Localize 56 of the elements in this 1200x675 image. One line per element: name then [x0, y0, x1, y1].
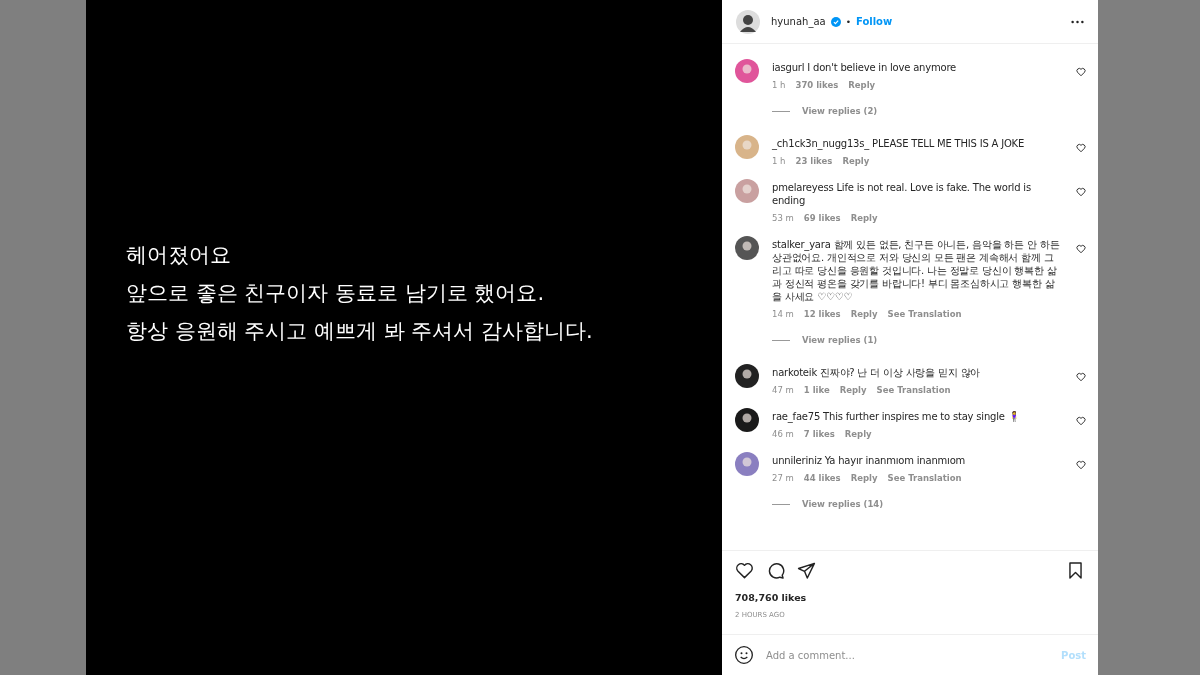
heart-icon[interactable] — [1076, 67, 1086, 77]
separator-dot: • — [845, 16, 851, 27]
see-translation-link[interactable]: See Translation — [887, 473, 962, 483]
like-count[interactable]: 7 likes — [803, 429, 835, 439]
reply-link[interactable]: Reply — [850, 473, 878, 483]
username[interactable]: hyunah_aa — [771, 16, 826, 27]
comment-text: unnileriniz Ya hayır inanmıom inanmıom — [772, 454, 967, 467]
heart-icon[interactable] — [1076, 187, 1086, 197]
reply-link[interactable]: Reply — [850, 309, 878, 319]
reply-link[interactable]: Reply — [848, 80, 876, 90]
comment-time: 1 h — [772, 156, 786, 166]
follow-button[interactable]: Follow — [855, 16, 893, 27]
comment-text: rae_fae75 This further inspires me to stay single 🧍‍♀ — [772, 410, 1021, 423]
comment-text: narkoteik 진짜야? 난 더 이상 사랑을 믿지 않아 — [772, 366, 982, 379]
reply-link[interactable]: Reply — [842, 156, 870, 166]
comment-text: pmelareyess Life is not real. Love is fake. The world is ending — [772, 181, 1032, 207]
post-caption-text: 헤어졌어요 앞으로 좋은 친구이자 동료로 남기로 했어요. 항상 응원해 주시고 예쁘게 봐 주셔서 감사합니다. — [126, 241, 593, 345]
comment-text: iasgurl I don't believe in love anymore — [772, 61, 958, 74]
avatar-icon[interactable] — [735, 236, 759, 260]
heart-icon[interactable] — [1076, 143, 1086, 153]
bookmark-icon[interactable] — [1066, 561, 1085, 580]
like-count[interactable]: 69 likes — [803, 213, 841, 223]
like-count[interactable]: 12 likes — [803, 309, 841, 319]
comment-time: 46 m — [772, 429, 794, 439]
avatar-icon[interactable] — [735, 364, 759, 388]
heart-icon[interactable] — [735, 561, 754, 580]
comment-time: 47 m — [772, 385, 794, 395]
like-count[interactable]: 1 like — [803, 385, 830, 395]
see-translation-link[interactable]: See Translation — [887, 309, 962, 319]
like-count[interactable]: 44 likes — [803, 473, 841, 483]
more-options-icon[interactable] — [1071, 19, 1084, 24]
reply-link[interactable]: Reply — [844, 429, 872, 439]
emoji-icon[interactable] — [734, 645, 754, 665]
avatar-icon[interactable] — [736, 9, 760, 34]
view-replies-link[interactable]: View replies (14) — [802, 499, 884, 509]
comment-time: 53 m — [772, 213, 794, 223]
reply-link[interactable]: Reply — [850, 213, 878, 223]
total-likes: 708,760 likes — [735, 592, 808, 603]
avatar-icon[interactable] — [735, 408, 759, 432]
reply-link[interactable]: Reply — [839, 385, 867, 395]
heart-icon[interactable] — [1076, 372, 1086, 382]
view-replies-link[interactable]: View replies (1) — [802, 335, 878, 345]
comment-time: 14 m — [772, 309, 794, 319]
heart-icon[interactable] — [1076, 460, 1086, 470]
like-count[interactable]: 370 likes — [795, 80, 839, 90]
like-count[interactable]: 23 likes — [795, 156, 833, 166]
comment-time: 1 h — [772, 80, 786, 90]
heart-icon[interactable] — [1076, 416, 1086, 426]
comment-time: 27 m — [772, 473, 794, 483]
comment-text: _ch1ck3n_nugg13s_ PLEASE TELL ME THIS IS A JOKE — [772, 137, 1026, 150]
view-replies-link[interactable]: View replies (2) — [802, 106, 878, 116]
comment-icon[interactable] — [766, 561, 785, 580]
comment-text: stalker_yara 함께 있든 없든, 친구든 아니든, 음악을 하든 안 하든 상관없어요. 개인적으로 저와 당신의 모든 팬은 계속해서 함께 그리고 따로 당신을 응원할 것입니다. 나는 정말로 당신이 행복한 삶과 정신적 평온을 갖기를 바랍니다! 부디 몸조심하시고 행복한 삶을 사세요 ♡♡♡♡ — [772, 238, 1061, 303]
share-icon[interactable] — [797, 561, 816, 580]
heart-icon[interactable] — [1076, 244, 1086, 254]
see-translation-link[interactable]: See Translation — [876, 385, 951, 395]
